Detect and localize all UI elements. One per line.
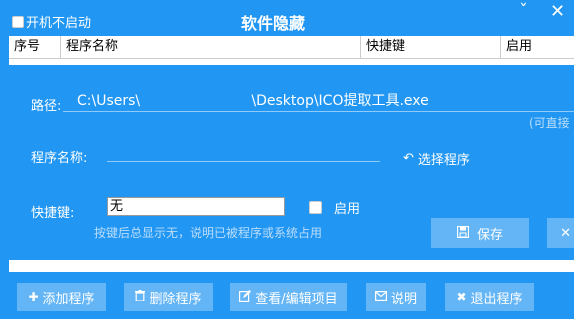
edit-panel: 路径: C:\Users\ \Desktop\ICO提取工具.exe (可直接 … [9, 65, 574, 260]
view-edit-label: 查看/编辑项目 [255, 291, 338, 307]
edit-icon [239, 289, 252, 305]
hotkey-hint: 按键后总显示无，说明已被程序或系统占用 [94, 226, 323, 240]
table-header: 序号 程序名称 快捷键 启用 [9, 36, 574, 59]
select-program-button[interactable]: ↶ 选择程序 [403, 149, 470, 168]
column-header-index[interactable]: 序号 [9, 36, 61, 58]
close-window-button[interactable]: ✕ [550, 2, 565, 22]
column-header-name[interactable]: 程序名称 [61, 36, 361, 58]
enable-toggle[interactable]: 启用 [309, 198, 360, 217]
title-bar: 开机不启动 软件隐藏 ˇ ✕ [0, 0, 574, 36]
trash-icon [135, 290, 146, 304]
plus-icon: ✚ [28, 290, 39, 304]
program-name-label: 程序名称: [31, 151, 88, 166]
help-label: 说明 [390, 291, 417, 307]
program-name-underline [107, 161, 380, 162]
enable-checkbox[interactable] [309, 201, 322, 214]
reply-arrow-icon: ↶ [403, 151, 414, 166]
view-edit-button[interactable]: 查看/编辑项目 [230, 283, 347, 311]
column-header-hotkey[interactable]: 快捷键 [361, 36, 501, 58]
delete-program-label: 删除程序 [149, 291, 202, 307]
floppy-disk-icon [456, 225, 470, 241]
close-panel-button[interactable]: ✕ [547, 218, 574, 248]
help-button[interactable]: 说明 [366, 283, 426, 311]
window-title: 软件隐藏 [241, 14, 306, 33]
close-panel-icon: ✕ [560, 225, 571, 241]
path-hint: (可直接 [529, 116, 570, 130]
save-button[interactable]: 保存 [431, 218, 529, 248]
exit-program-label: 退出程序 [470, 291, 523, 307]
enable-label: 启用 [334, 202, 361, 217]
path-underline [63, 111, 574, 112]
autostart-checkbox[interactable] [12, 15, 24, 28]
hotkey-label: 快捷键: [31, 206, 75, 221]
minimize-button[interactable]: ˇ [519, 2, 528, 22]
autostart-toggle[interactable]: 开机不启动 [12, 12, 91, 31]
add-program-label: 添加程序 [42, 291, 95, 307]
select-program-label: 选择程序 [417, 153, 470, 168]
envelope-icon [374, 290, 387, 304]
exit-program-button[interactable]: ✖ 退出程序 [445, 283, 534, 311]
column-header-enabled[interactable]: 启用 [501, 36, 574, 58]
path-field[interactable]: C:\Users\ \Desktop\ICO提取工具.exe [77, 90, 429, 110]
add-program-button[interactable]: ✚ 添加程序 [17, 283, 106, 311]
delete-program-button[interactable]: 删除程序 [124, 283, 213, 311]
save-label: 保存 [476, 227, 503, 243]
hotkey-input[interactable]: 无 [107, 197, 285, 216]
autostart-label: 开机不启动 [26, 16, 92, 31]
path-label: 路径: [31, 99, 62, 114]
x-icon: ✖ [456, 290, 467, 304]
